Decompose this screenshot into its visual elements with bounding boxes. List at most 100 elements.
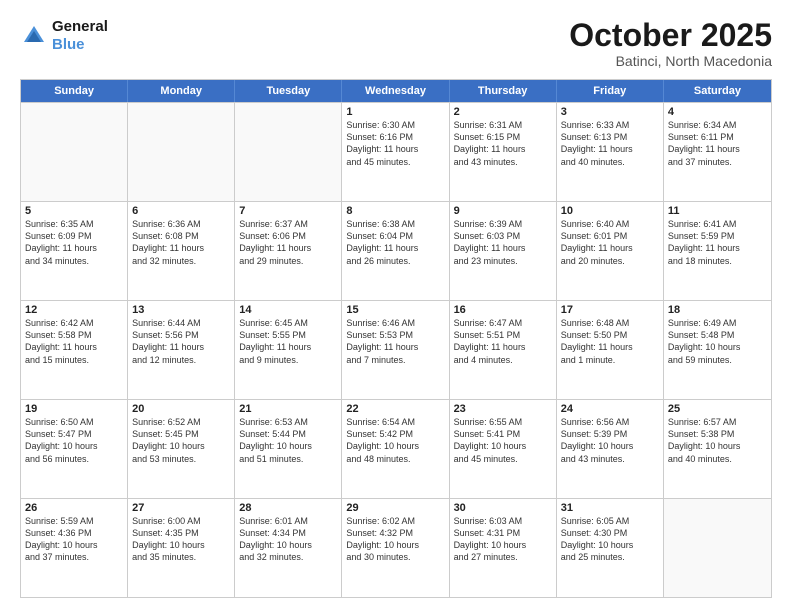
logo-text: General Blue <box>52 18 108 54</box>
calendar-cell: 26Sunrise: 5:59 AM Sunset: 4:36 PM Dayli… <box>21 499 128 597</box>
cell-daylight-info: Sunrise: 6:34 AM Sunset: 6:11 PM Dayligh… <box>668 119 767 168</box>
calendar: SundayMondayTuesdayWednesdayThursdayFrid… <box>20 79 772 598</box>
calendar-cell: 12Sunrise: 6:42 AM Sunset: 5:58 PM Dayli… <box>21 301 128 399</box>
cell-daylight-info: Sunrise: 6:41 AM Sunset: 5:59 PM Dayligh… <box>668 218 767 267</box>
day-number: 5 <box>25 205 123 217</box>
day-number: 30 <box>454 502 552 514</box>
day-number: 19 <box>25 403 123 415</box>
day-number: 3 <box>561 106 659 118</box>
calendar-cell <box>21 103 128 201</box>
cell-daylight-info: Sunrise: 6:01 AM Sunset: 4:34 PM Dayligh… <box>239 515 337 564</box>
calendar-cell: 31Sunrise: 6:05 AM Sunset: 4:30 PM Dayli… <box>557 499 664 597</box>
calendar-cell: 7Sunrise: 6:37 AM Sunset: 6:06 PM Daylig… <box>235 202 342 300</box>
calendar-header: SundayMondayTuesdayWednesdayThursdayFrid… <box>21 80 771 102</box>
cell-daylight-info: Sunrise: 6:42 AM Sunset: 5:58 PM Dayligh… <box>25 317 123 366</box>
weekday-header-friday: Friday <box>557 80 664 102</box>
cell-daylight-info: Sunrise: 6:54 AM Sunset: 5:42 PM Dayligh… <box>346 416 444 465</box>
calendar-cell: 20Sunrise: 6:52 AM Sunset: 5:45 PM Dayli… <box>128 400 235 498</box>
day-number: 1 <box>346 106 444 118</box>
weekday-header-monday: Monday <box>128 80 235 102</box>
cell-daylight-info: Sunrise: 6:36 AM Sunset: 6:08 PM Dayligh… <box>132 218 230 267</box>
cell-daylight-info: Sunrise: 6:39 AM Sunset: 6:03 PM Dayligh… <box>454 218 552 267</box>
calendar-cell: 23Sunrise: 6:55 AM Sunset: 5:41 PM Dayli… <box>450 400 557 498</box>
day-number: 28 <box>239 502 337 514</box>
calendar-row: 5Sunrise: 6:35 AM Sunset: 6:09 PM Daylig… <box>21 201 771 300</box>
cell-daylight-info: Sunrise: 6:50 AM Sunset: 5:47 PM Dayligh… <box>25 416 123 465</box>
cell-daylight-info: Sunrise: 6:49 AM Sunset: 5:48 PM Dayligh… <box>668 317 767 366</box>
calendar-cell: 8Sunrise: 6:38 AM Sunset: 6:04 PM Daylig… <box>342 202 449 300</box>
cell-daylight-info: Sunrise: 6:05 AM Sunset: 4:30 PM Dayligh… <box>561 515 659 564</box>
weekday-header-saturday: Saturday <box>664 80 771 102</box>
cell-daylight-info: Sunrise: 6:35 AM Sunset: 6:09 PM Dayligh… <box>25 218 123 267</box>
day-number: 12 <box>25 304 123 316</box>
cell-daylight-info: Sunrise: 6:31 AM Sunset: 6:15 PM Dayligh… <box>454 119 552 168</box>
cell-daylight-info: Sunrise: 6:38 AM Sunset: 6:04 PM Dayligh… <box>346 218 444 267</box>
weekday-header-wednesday: Wednesday <box>342 80 449 102</box>
calendar-cell: 15Sunrise: 6:46 AM Sunset: 5:53 PM Dayli… <box>342 301 449 399</box>
cell-daylight-info: Sunrise: 6:55 AM Sunset: 5:41 PM Dayligh… <box>454 416 552 465</box>
calendar-cell: 17Sunrise: 6:48 AM Sunset: 5:50 PM Dayli… <box>557 301 664 399</box>
cell-daylight-info: Sunrise: 5:59 AM Sunset: 4:36 PM Dayligh… <box>25 515 123 564</box>
day-number: 15 <box>346 304 444 316</box>
day-number: 14 <box>239 304 337 316</box>
calendar-cell <box>664 499 771 597</box>
day-number: 24 <box>561 403 659 415</box>
day-number: 20 <box>132 403 230 415</box>
cell-daylight-info: Sunrise: 6:45 AM Sunset: 5:55 PM Dayligh… <box>239 317 337 366</box>
day-number: 7 <box>239 205 337 217</box>
calendar-cell: 22Sunrise: 6:54 AM Sunset: 5:42 PM Dayli… <box>342 400 449 498</box>
calendar-cell: 10Sunrise: 6:40 AM Sunset: 6:01 PM Dayli… <box>557 202 664 300</box>
weekday-header-thursday: Thursday <box>450 80 557 102</box>
calendar-cell: 11Sunrise: 6:41 AM Sunset: 5:59 PM Dayli… <box>664 202 771 300</box>
calendar-cell: 25Sunrise: 6:57 AM Sunset: 5:38 PM Dayli… <box>664 400 771 498</box>
day-number: 22 <box>346 403 444 415</box>
cell-daylight-info: Sunrise: 6:56 AM Sunset: 5:39 PM Dayligh… <box>561 416 659 465</box>
cell-daylight-info: Sunrise: 6:44 AM Sunset: 5:56 PM Dayligh… <box>132 317 230 366</box>
day-number: 23 <box>454 403 552 415</box>
day-number: 29 <box>346 502 444 514</box>
day-number: 16 <box>454 304 552 316</box>
calendar-cell: 4Sunrise: 6:34 AM Sunset: 6:11 PM Daylig… <box>664 103 771 201</box>
cell-daylight-info: Sunrise: 6:02 AM Sunset: 4:32 PM Dayligh… <box>346 515 444 564</box>
day-number: 18 <box>668 304 767 316</box>
calendar-row: 19Sunrise: 6:50 AM Sunset: 5:47 PM Dayli… <box>21 399 771 498</box>
calendar-cell: 28Sunrise: 6:01 AM Sunset: 4:34 PM Dayli… <box>235 499 342 597</box>
day-number: 31 <box>561 502 659 514</box>
day-number: 25 <box>668 403 767 415</box>
calendar-cell: 2Sunrise: 6:31 AM Sunset: 6:15 PM Daylig… <box>450 103 557 201</box>
calendar-cell: 9Sunrise: 6:39 AM Sunset: 6:03 PM Daylig… <box>450 202 557 300</box>
calendar-cell <box>235 103 342 201</box>
calendar-cell <box>128 103 235 201</box>
cell-daylight-info: Sunrise: 6:52 AM Sunset: 5:45 PM Dayligh… <box>132 416 230 465</box>
calendar-cell: 24Sunrise: 6:56 AM Sunset: 5:39 PM Dayli… <box>557 400 664 498</box>
day-number: 27 <box>132 502 230 514</box>
day-number: 21 <box>239 403 337 415</box>
day-number: 9 <box>454 205 552 217</box>
day-number: 11 <box>668 205 767 217</box>
page: General Blue October 2025 Batinci, North… <box>0 0 792 612</box>
calendar-row: 26Sunrise: 5:59 AM Sunset: 4:36 PM Dayli… <box>21 498 771 597</box>
weekday-header-tuesday: Tuesday <box>235 80 342 102</box>
logo-icon <box>20 22 48 50</box>
cell-daylight-info: Sunrise: 6:57 AM Sunset: 5:38 PM Dayligh… <box>668 416 767 465</box>
calendar-cell: 5Sunrise: 6:35 AM Sunset: 6:09 PM Daylig… <box>21 202 128 300</box>
day-number: 6 <box>132 205 230 217</box>
cell-daylight-info: Sunrise: 6:03 AM Sunset: 4:31 PM Dayligh… <box>454 515 552 564</box>
day-number: 4 <box>668 106 767 118</box>
calendar-row: 12Sunrise: 6:42 AM Sunset: 5:58 PM Dayli… <box>21 300 771 399</box>
calendar-cell: 3Sunrise: 6:33 AM Sunset: 6:13 PM Daylig… <box>557 103 664 201</box>
cell-daylight-info: Sunrise: 6:53 AM Sunset: 5:44 PM Dayligh… <box>239 416 337 465</box>
cell-daylight-info: Sunrise: 6:33 AM Sunset: 6:13 PM Dayligh… <box>561 119 659 168</box>
day-number: 2 <box>454 106 552 118</box>
month-title: October 2025 <box>569 18 772 53</box>
cell-daylight-info: Sunrise: 6:40 AM Sunset: 6:01 PM Dayligh… <box>561 218 659 267</box>
calendar-cell: 30Sunrise: 6:03 AM Sunset: 4:31 PM Dayli… <box>450 499 557 597</box>
calendar-body: 1Sunrise: 6:30 AM Sunset: 6:16 PM Daylig… <box>21 102 771 597</box>
calendar-cell: 6Sunrise: 6:36 AM Sunset: 6:08 PM Daylig… <box>128 202 235 300</box>
cell-daylight-info: Sunrise: 6:46 AM Sunset: 5:53 PM Dayligh… <box>346 317 444 366</box>
header: General Blue October 2025 Batinci, North… <box>20 18 772 69</box>
calendar-cell: 14Sunrise: 6:45 AM Sunset: 5:55 PM Dayli… <box>235 301 342 399</box>
cell-daylight-info: Sunrise: 6:47 AM Sunset: 5:51 PM Dayligh… <box>454 317 552 366</box>
calendar-cell: 13Sunrise: 6:44 AM Sunset: 5:56 PM Dayli… <box>128 301 235 399</box>
calendar-cell: 18Sunrise: 6:49 AM Sunset: 5:48 PM Dayli… <box>664 301 771 399</box>
